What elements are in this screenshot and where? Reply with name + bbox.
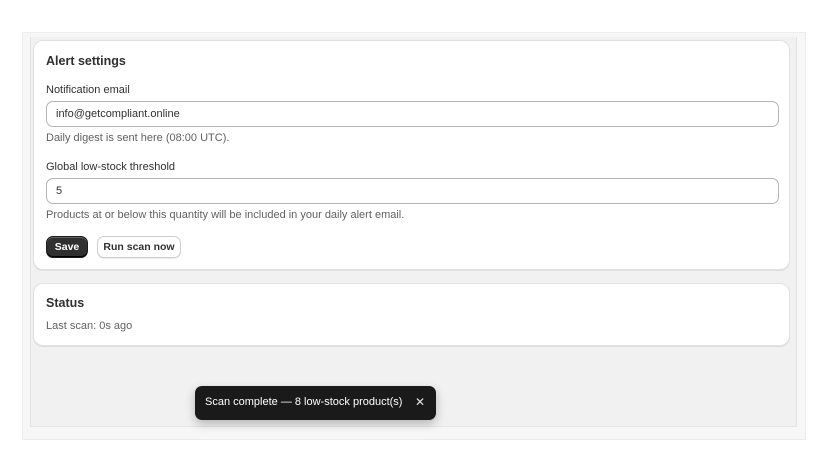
toast-message: Scan complete — 8 low-stock product(s): [205, 396, 403, 408]
notification-email-label: Notification email: [46, 84, 130, 96]
status-card: Status Last scan: 0s ago: [33, 283, 790, 346]
threshold-help: Products at or below this quantity will …: [46, 209, 405, 221]
notification-email-help: Daily digest is sent here (08:00 UTC).: [46, 132, 230, 144]
notification-email-input[interactable]: [46, 101, 779, 127]
alert-settings-title: Alert settings: [46, 54, 126, 68]
threshold-label: Global low-stock threshold: [46, 161, 176, 173]
status-title: Status: [46, 296, 85, 310]
threshold-input[interactable]: [46, 178, 779, 204]
scan-complete-toast: Scan complete — 8 low-stock product(s) ✕: [195, 386, 436, 420]
run-scan-now-button[interactable]: Run scan now: [97, 236, 181, 258]
close-icon[interactable]: ✕: [413, 395, 427, 409]
last-scan-text: Last scan: 0s ago: [46, 320, 133, 332]
alert-settings-card: Alert settings Notification email Daily …: [33, 40, 790, 270]
save-button[interactable]: Save: [46, 236, 88, 258]
